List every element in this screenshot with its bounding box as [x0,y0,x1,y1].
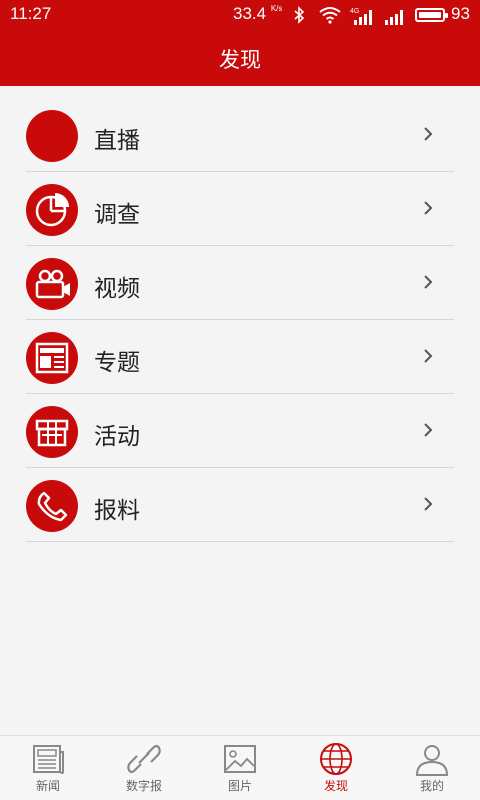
menu-item-events[interactable]: 活动 [26,394,454,468]
chevron-right-icon [424,127,433,141]
battery-icon [415,8,448,22]
tab-me[interactable]: 我的 [384,736,480,800]
chevron-right-icon [424,201,433,215]
menu-item-survey[interactable]: 调查 [26,172,454,246]
menu-item-label: 直播 [94,128,140,154]
bluetooth-icon [294,6,305,24]
status-time: 11:27 [10,4,52,23]
globe-icon [320,743,352,775]
tab-news[interactable]: 新闻 [0,736,96,800]
menu-item-label: 专题 [94,350,140,376]
menu-item-report[interactable]: 报料 [26,468,454,542]
menu-item-topics[interactable]: 专题 [26,320,454,394]
menu-item-live[interactable]: 直播 [26,98,454,172]
signal-icon [385,10,403,25]
discover-menu: 直播 调查 视频 专题 活动 报料 [26,98,454,542]
menu-item-video[interactable]: 视频 [26,246,454,320]
menu-item-label: 报料 [94,498,140,524]
tab-label: 发现 [323,779,348,793]
svg-text:4G: 4G [350,8,359,15]
newspaper-topic-icon [26,332,78,384]
network-speed: 33.4 K/s [233,4,283,23]
tab-discover[interactable]: 发现 [288,736,384,800]
bottom-tab-bar: 新闻 数字报 图片 发现 我的 [0,735,480,800]
status-bar: 11:27 33.4 K/s 4G 93 [0,0,480,32]
chevron-right-icon [424,349,433,363]
user-icon [415,745,449,776]
chevron-right-icon [424,275,433,289]
tab-digital-paper[interactable]: 数字报 [96,736,192,800]
tab-label: 我的 [419,779,444,793]
tab-label: 数字报 [125,779,162,793]
battery-level: 93 [451,4,470,23]
tab-images[interactable]: 图片 [192,736,288,800]
page-title: 发现 [219,48,261,72]
menu-item-label: 视频 [94,276,140,302]
menu-item-label: 活动 [94,424,140,450]
menu-item-label: 调查 [94,202,140,228]
image-icon [224,745,256,773]
phone-icon [26,480,78,532]
gift-icon [26,406,78,458]
chevron-right-icon [424,497,433,511]
live-icon [26,110,78,162]
wifi-icon [319,7,341,24]
chevron-right-icon [424,423,433,437]
news-icon [33,745,64,774]
app-header: 11:27 33.4 K/s 4G 93 发现 [0,0,480,86]
link-icon [127,744,161,774]
tab-label: 图片 [227,779,252,793]
tab-label: 新闻 [35,779,60,793]
survey-pie-icon [26,184,78,236]
signal-4g-icon: 4G [350,8,372,25]
video-camera-icon [26,258,78,310]
